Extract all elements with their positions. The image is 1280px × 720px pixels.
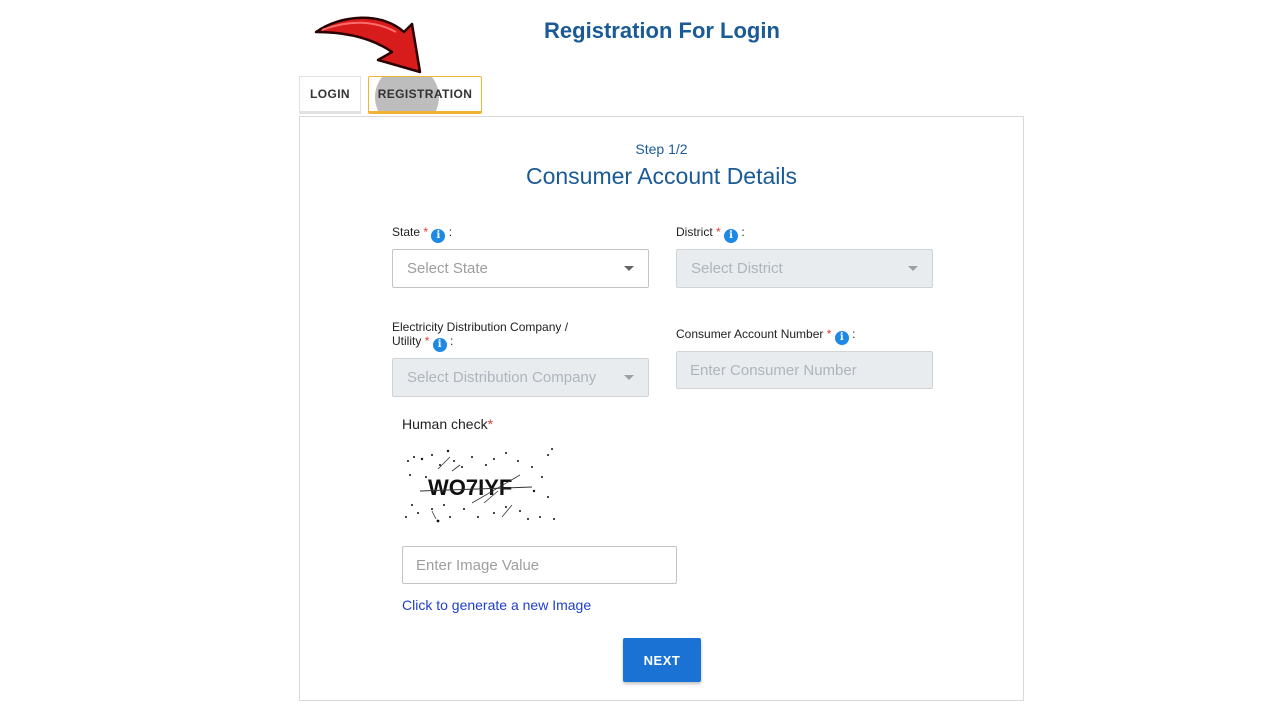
captcha-input[interactable]: Enter Image Value	[402, 546, 677, 584]
generate-new-image-link[interactable]: Click to generate a new Image	[402, 597, 591, 613]
district-label: District * i :	[676, 225, 745, 243]
next-button[interactable]: NEXT	[623, 638, 701, 682]
captcha-text: WO7IYF	[428, 475, 512, 500]
label-colon: :	[852, 327, 856, 341]
account-label-text: Consumer Account Number	[676, 327, 824, 341]
chevron-down-icon	[624, 375, 634, 380]
page-title: Registration For Login	[544, 18, 780, 43]
pointer-arrow-icon	[314, 16, 422, 74]
utility-select[interactable]: Select Distribution Company	[392, 358, 649, 397]
utility-label-line1: Electricity Distribution Company /	[392, 320, 569, 334]
utility-select-placeholder: Select Distribution Company	[407, 369, 597, 386]
required-mark: *	[487, 416, 494, 432]
account-label: Consumer Account Number * i :	[676, 327, 855, 345]
chevron-down-icon	[908, 266, 918, 271]
district-select[interactable]: Select District	[676, 249, 933, 288]
state-label-text: State	[392, 225, 421, 239]
registration-card: Step 1/2 Consumer Account Details State …	[299, 116, 1024, 701]
info-icon[interactable]: i	[724, 229, 739, 243]
form-title: Consumer Account Details	[525, 163, 797, 189]
info-icon[interactable]: i	[432, 338, 447, 352]
state-select-placeholder: Select State	[407, 260, 488, 277]
tab-login-label: LOGIN	[310, 87, 350, 101]
human-check-label: Human check*	[402, 416, 493, 432]
label-colon: :	[448, 225, 453, 239]
utility-label: Electricity Distribution Company / Utili…	[392, 320, 642, 352]
chevron-down-icon	[624, 266, 634, 271]
utility-label-line2: Utility	[392, 334, 422, 348]
required-mark: *	[826, 327, 832, 341]
captcha-input-placeholder: Enter Image Value	[416, 556, 540, 574]
captcha-image: WO7IYF	[405, 448, 555, 523]
tab-registration[interactable]: REGISTRATION	[368, 76, 482, 114]
tab-registration-label: REGISTRATION	[377, 87, 473, 101]
required-mark: *	[716, 225, 721, 239]
tab-login[interactable]: LOGIN	[299, 76, 361, 114]
state-select[interactable]: Select State	[392, 249, 649, 288]
required-mark: *	[424, 334, 430, 348]
label-colon: :	[450, 334, 454, 348]
account-number-placeholder: Enter Consumer Number	[690, 361, 857, 379]
info-icon[interactable]: i	[431, 229, 446, 243]
info-icon[interactable]: i	[834, 331, 849, 345]
district-label-text: District	[676, 225, 713, 239]
step-indicator: Step 1/2	[635, 141, 688, 157]
district-select-placeholder: Select District	[691, 260, 783, 277]
account-number-input[interactable]: Enter Consumer Number	[676, 351, 933, 389]
human-check-label-text: Human check	[402, 416, 488, 432]
required-mark: *	[423, 225, 429, 239]
state-label: State * i :	[392, 225, 452, 243]
label-colon: :	[741, 225, 745, 239]
